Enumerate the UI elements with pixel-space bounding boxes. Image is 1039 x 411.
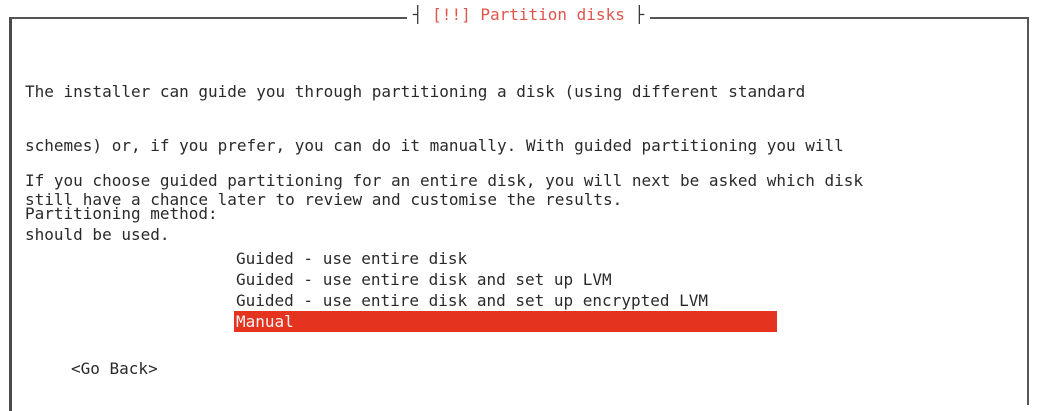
- dialog-left-border: [9, 19, 12, 411]
- dialog-title-text: [!!] Partition disks: [432, 5, 625, 24]
- option-manual[interactable]: Manual: [234, 311, 777, 332]
- dialog-title: ┤ [!!] Partition disks ├: [406, 5, 651, 25]
- method-label: Partitioning method:: [25, 204, 218, 223]
- dialog-title-bar: ┤ [!!] Partition disks ├: [0, 5, 1039, 27]
- go-back-button[interactable]: <Go Back>: [71, 359, 158, 379]
- intro-line: The installer can guide you through part…: [25, 82, 806, 101]
- partitioning-method-list[interactable]: Guided - use entire disk Guided - use en…: [234, 248, 777, 332]
- title-right-bracket: ├: [624, 5, 645, 24]
- option-guided-entire-disk[interactable]: Guided - use entire disk: [234, 248, 777, 269]
- title-left-bracket: ┤: [412, 5, 433, 24]
- option-guided-lvm[interactable]: Guided - use entire disk and set up LVM: [234, 269, 777, 290]
- installer-screen: ┤ [!!] Partition disks ├ The installer c…: [0, 0, 1039, 411]
- option-guided-encrypted-lvm[interactable]: Guided - use entire disk and set up encr…: [234, 290, 777, 311]
- guided-line: should be used.: [25, 225, 170, 244]
- guided-line: If you choose guided partitioning for an…: [25, 171, 864, 190]
